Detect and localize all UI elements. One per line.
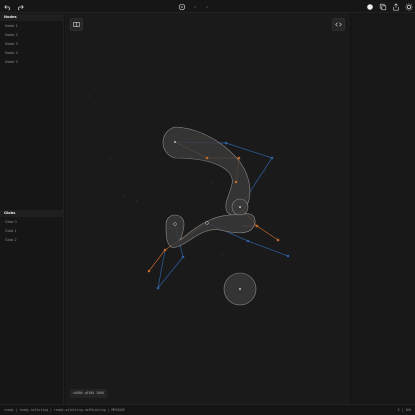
code-icon bbox=[335, 22, 342, 27]
status-text: ready | ready.selecting | ready.selectin… bbox=[4, 408, 125, 412]
node-center[interactable] bbox=[239, 288, 241, 290]
handle-point[interactable] bbox=[205, 156, 209, 160]
globs-header: Globs bbox=[0, 210, 64, 217]
handle-point[interactable] bbox=[286, 254, 290, 258]
bg-dot bbox=[221, 254, 223, 256]
coordinate-readout: x0000 y0300 1000 bbox=[70, 389, 107, 398]
handle-point[interactable] bbox=[237, 156, 241, 160]
handle-point[interactable] bbox=[181, 255, 185, 259]
top-toolbar bbox=[0, 0, 415, 13]
glob-2[interactable] bbox=[165, 213, 256, 248]
bg-dot bbox=[211, 181, 213, 183]
bg-dot bbox=[136, 200, 138, 202]
right-panel bbox=[351, 13, 415, 404]
sidebar-item-node-2[interactable]: Node 2 bbox=[0, 31, 64, 39]
sidebar-item-node-1[interactable]: Node 1 bbox=[0, 22, 64, 30]
bg-dot bbox=[109, 157, 111, 159]
book-icon bbox=[73, 22, 80, 27]
dot-icon[interactable] bbox=[202, 2, 211, 11]
sidebar: Nodes Node 1 Node 2 Node 3 Node 4 Node 5… bbox=[0, 13, 64, 404]
canvas[interactable]: x0000 y0300 1000 bbox=[65, 13, 350, 404]
bg-dot bbox=[88, 95, 90, 97]
copy-icon[interactable] bbox=[378, 2, 387, 11]
sidebar-item-glob-2[interactable]: Glob 2 bbox=[0, 236, 64, 244]
code-view-button[interactable] bbox=[332, 18, 345, 31]
circle-fill-icon[interactable] bbox=[365, 2, 374, 11]
handle-line bbox=[157, 249, 166, 289]
handle-point[interactable] bbox=[147, 269, 151, 273]
sidebar-item-node-5[interactable]: Node 5 bbox=[0, 58, 64, 66]
redo-icon[interactable] bbox=[15, 2, 24, 11]
handle-point[interactable] bbox=[255, 224, 259, 228]
sidebar-item-glob-0[interactable]: Glob 0 bbox=[0, 218, 64, 226]
bg-dot bbox=[277, 237, 279, 239]
node-center[interactable] bbox=[173, 222, 177, 226]
handle-point[interactable] bbox=[246, 239, 250, 243]
status-bar: ready | ready.selecting | ready.selectin… bbox=[0, 404, 415, 415]
nodes-header: Nodes bbox=[0, 14, 64, 21]
share-icon[interactable] bbox=[391, 2, 400, 11]
sidebar-item-glob-1[interactable]: Glob 1 bbox=[0, 227, 64, 235]
canvas-drawing[interactable] bbox=[65, 13, 350, 404]
handle-point[interactable] bbox=[276, 238, 280, 242]
sidebar-item-node-4[interactable]: Node 4 bbox=[0, 49, 64, 57]
dot-icon[interactable] bbox=[190, 2, 199, 11]
bg-dot bbox=[191, 187, 193, 189]
node-center[interactable] bbox=[239, 206, 241, 208]
status-counts: 5 | 160 bbox=[397, 408, 411, 412]
glob-shapes[interactable] bbox=[162, 126, 257, 306]
handle-point[interactable] bbox=[270, 156, 274, 160]
node-center[interactable] bbox=[205, 221, 209, 225]
orange-handle-points[interactable] bbox=[147, 156, 280, 273]
node-center[interactable] bbox=[174, 141, 176, 143]
handle-point[interactable] bbox=[156, 286, 160, 290]
bg-dot bbox=[123, 195, 125, 197]
target-icon[interactable] bbox=[177, 2, 186, 11]
toggle-panel-button[interactable] bbox=[70, 18, 83, 31]
handle-point[interactable] bbox=[163, 248, 167, 252]
bg-dot bbox=[223, 261, 225, 263]
settings-icon[interactable] bbox=[404, 2, 413, 11]
sidebar-item-node-3[interactable]: Node 3 bbox=[0, 40, 64, 48]
handle-point[interactable] bbox=[224, 141, 228, 145]
handle-point[interactable] bbox=[234, 180, 238, 184]
undo-icon[interactable] bbox=[3, 2, 12, 11]
bg-dot bbox=[264, 171, 266, 173]
